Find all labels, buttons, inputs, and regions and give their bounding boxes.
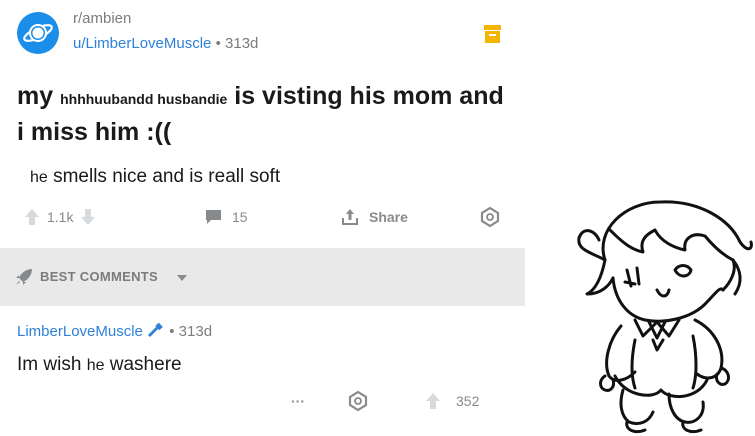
save-icon[interactable] [484, 25, 501, 43]
post-body: he smells nice and is reall soft [30, 166, 280, 188]
post-body-rest: smells nice and is reall soft [53, 166, 281, 187]
post-body-he: he [30, 169, 48, 186]
comment-icon [206, 210, 221, 224]
post-actions: 1.1k 15 Share [0, 202, 525, 232]
comment-sort-bar[interactable]: BEST COMMENTS [0, 248, 525, 306]
upvote-count: 1.1k [47, 209, 74, 225]
share-label: Share [369, 209, 408, 225]
upvote-icon[interactable] [25, 209, 39, 225]
comment-author[interactable]: LimberLoveMuscle [17, 323, 143, 340]
doodle-character [577, 200, 753, 434]
comment-separator: • [169, 323, 175, 340]
comment-score: 352 [456, 393, 480, 409]
post-meta: u/LimberLoveMuscle • 313d [73, 35, 258, 52]
share-icon [342, 209, 358, 225]
post-title[interactable]: my hhhhuubandd husbandie is visting his … [17, 80, 517, 149]
sort-label: BEST COMMENTS [40, 269, 159, 284]
rocket-icon [16, 269, 32, 285]
comments-button[interactable]: 15 [205, 202, 248, 232]
comment-vote-group: 352 [426, 386, 479, 416]
title-part-1: my [17, 82, 54, 110]
downvote-icon[interactable] [81, 209, 96, 225]
comment-award-button[interactable] [347, 386, 369, 416]
comments-count: 15 [232, 209, 248, 225]
more-options-button[interactable]: ··· [291, 386, 305, 416]
mod-icon [148, 323, 163, 337]
comment-text-post: washere [109, 354, 182, 375]
award-icon [348, 390, 368, 412]
award-button[interactable] [479, 202, 501, 232]
post-age: 313d [225, 35, 259, 52]
chevron-down-icon [177, 275, 187, 281]
comment-text-pre: Im wish [17, 354, 82, 375]
subreddit-avatar[interactable] [17, 12, 59, 54]
meta-separator: • [215, 35, 221, 52]
comment-meta: LimberLoveMuscle • 313d [17, 323, 212, 340]
post-author[interactable]: u/LimberLoveMuscle [73, 35, 211, 52]
planet-icon [23, 24, 53, 42]
comment-actions: ··· 352 [0, 388, 525, 414]
comment-age: 313d [178, 323, 213, 340]
title-small-text: hhhhuubandd husbandie [60, 91, 228, 107]
subreddit-name[interactable]: r/ambien [73, 10, 131, 27]
upvote-icon[interactable] [426, 393, 440, 409]
award-icon [480, 206, 500, 228]
share-button[interactable]: Share [341, 202, 408, 232]
comment-text-he: he [86, 357, 105, 374]
vote-group: 1.1k [25, 202, 96, 232]
post-card: r/ambien u/LimberLoveMuscle • 313d my hh… [0, 0, 525, 436]
comment-body: Im wish he washere [17, 354, 182, 376]
